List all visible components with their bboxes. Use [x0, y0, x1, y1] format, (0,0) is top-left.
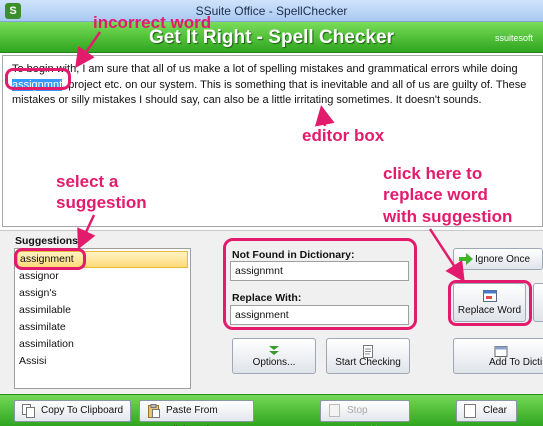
arrow-to-suggestion: [77, 214, 96, 250]
annotation-arrows: [75, 31, 465, 283]
arrow-to-editor: [314, 105, 335, 127]
arrow-to-replace-button: [428, 228, 465, 283]
arrow-to-incorrect-word: [75, 31, 102, 69]
